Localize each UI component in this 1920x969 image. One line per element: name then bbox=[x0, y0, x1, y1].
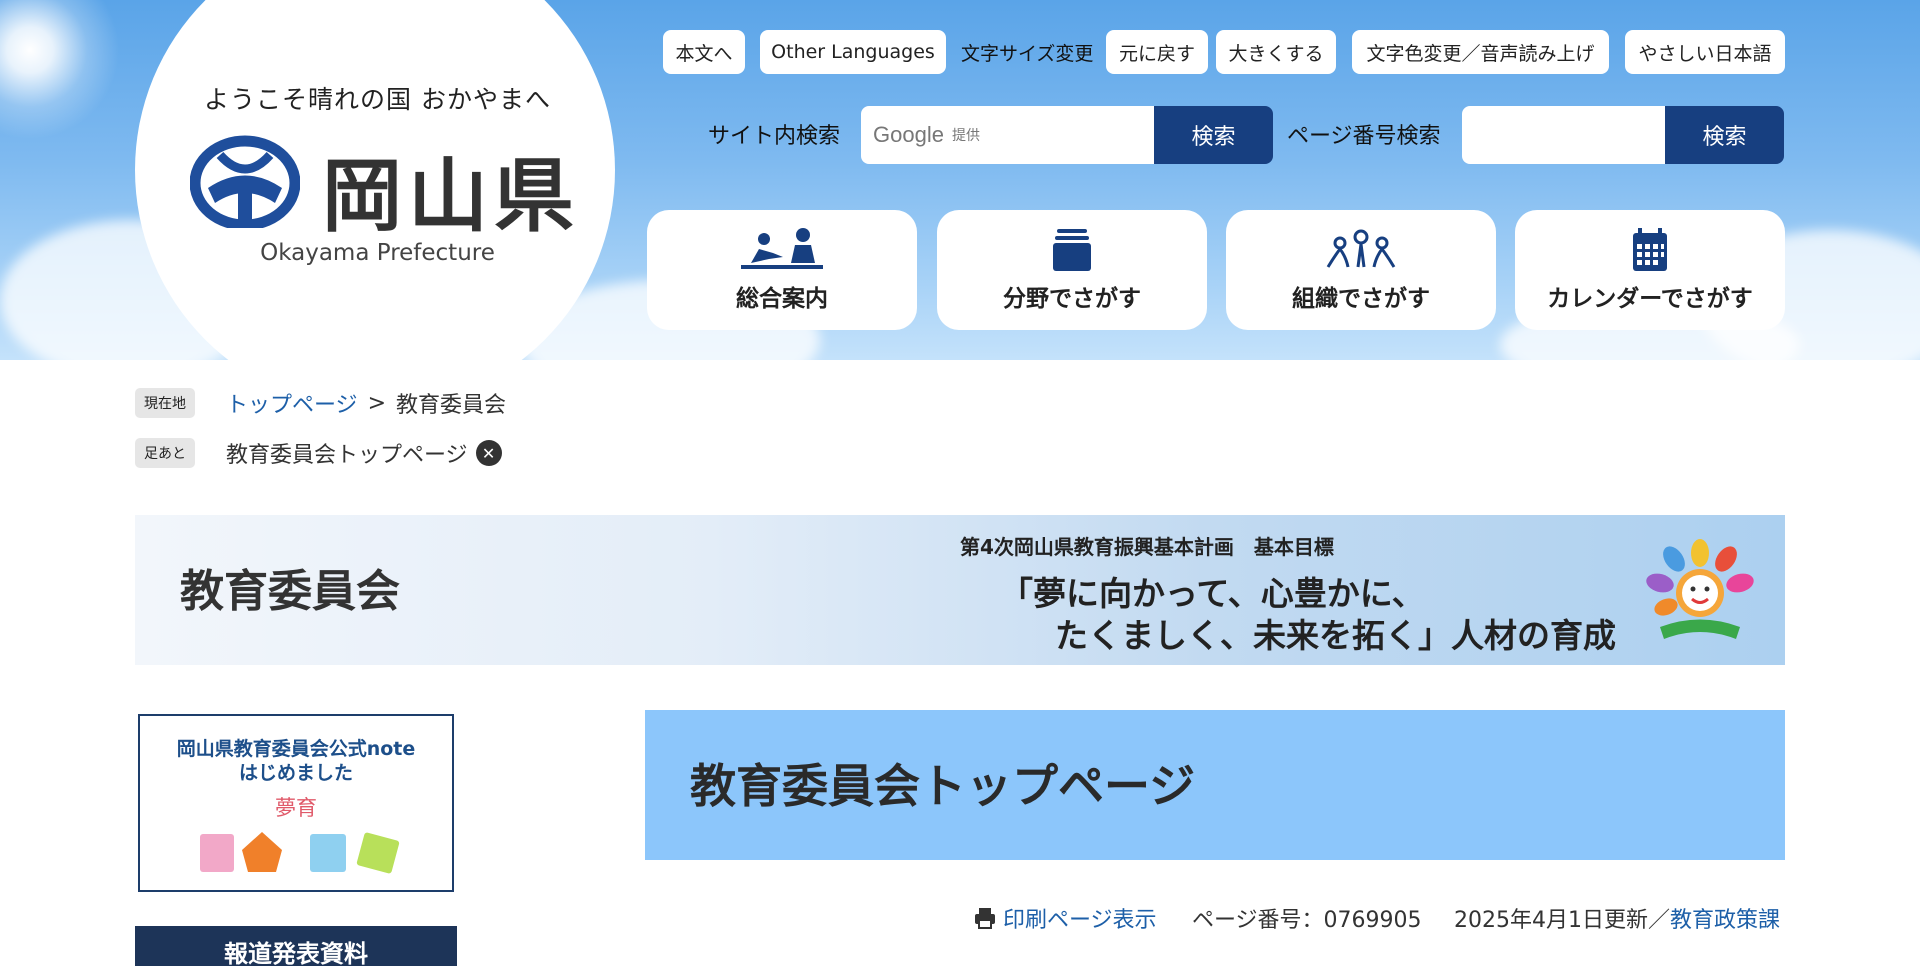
page-title: 教育委員会トップページ bbox=[690, 759, 1196, 813]
page-number: ページ番号：0769905 bbox=[1192, 908, 1422, 933]
nav-label: 組織でさがす bbox=[1292, 286, 1430, 312]
print-page-label[interactable]: 印刷ページ表示 bbox=[1003, 902, 1157, 934]
note-illustration-icon bbox=[200, 832, 400, 874]
breadcrumb-separator: > bbox=[367, 390, 386, 416]
nav-label: カレンダーでさがす bbox=[1547, 286, 1753, 312]
google-provided-label: 提供 bbox=[951, 128, 980, 144]
footprint-tag: 足あと bbox=[135, 438, 195, 468]
printer-icon bbox=[975, 908, 995, 929]
page-search-button[interactable]: 検索 bbox=[1665, 106, 1784, 164]
color-voice-button[interactable]: 文字色変更／音声読み上げ bbox=[1352, 30, 1609, 74]
page-search-label: ページ番号検索 bbox=[1287, 124, 1441, 149]
logo-tagline: ようこそ晴れの国 おかやまへ bbox=[204, 85, 551, 114]
footprint-item[interactable]: 教育委員会トップページ bbox=[226, 437, 468, 469]
calendar-icon bbox=[1633, 228, 1667, 271]
banner-goal-line2: たくましく、未来を拓く」人材の育成 bbox=[1055, 616, 1616, 655]
nav-label: 総合案内 bbox=[736, 286, 828, 312]
nav-general-guide[interactable]: 総合案内 bbox=[647, 210, 917, 330]
breadcrumb-top-link[interactable]: トップページ bbox=[226, 387, 358, 419]
page-number-input[interactable] bbox=[1462, 106, 1665, 164]
official-note-banner[interactable]: 岡山県教育委員会公式note はじめました 夢育 bbox=[138, 714, 454, 892]
banner-subtitle: 第4次岡山県教育振興基本計画 基本目標 bbox=[960, 535, 1334, 559]
prefecture-emblem-icon bbox=[190, 135, 300, 228]
page-title-box: 教育委員会トップページ bbox=[645, 710, 1785, 860]
note-line1: 岡山県教育委員会公式note bbox=[176, 738, 416, 760]
close-icon[interactable]: ✕ bbox=[475, 440, 502, 466]
breadcrumb-current: 教育委員会 bbox=[396, 393, 507, 418]
site-search-button[interactable]: 検索 bbox=[1154, 106, 1273, 164]
skip-to-content-button[interactable]: 本文へ bbox=[663, 30, 745, 74]
other-languages-button[interactable]: Other Languages bbox=[760, 30, 946, 74]
note-line2: はじめました bbox=[238, 762, 353, 784]
easy-japanese-button[interactable]: やさしい日本語 bbox=[1625, 30, 1785, 74]
nav-by-calendar[interactable]: カレンダーでさがす bbox=[1515, 210, 1785, 330]
reset-size-button[interactable]: 元に戻す bbox=[1106, 30, 1208, 74]
footprint: 教育委員会トップページ ✕ bbox=[226, 438, 502, 468]
print-page-link[interactable]: 印刷ページ表示 bbox=[973, 903, 1157, 933]
nav-label: 分野でさがす bbox=[1003, 286, 1141, 312]
banner-title: 教育委員会 bbox=[180, 566, 400, 617]
logo-name: 岡山県 bbox=[322, 150, 580, 243]
breadcrumb: トップページ > 教育委員会 bbox=[226, 387, 507, 419]
people-guide-icon bbox=[741, 228, 823, 269]
note-line3: 夢育 bbox=[275, 796, 317, 820]
site-search-input[interactable]: Google 提供 bbox=[861, 106, 1154, 164]
site-header: ようこそ晴れの国 おかやまへ 岡山県 Okayama Prefecture 本文… bbox=[0, 0, 1920, 360]
press-release-button[interactable]: 報道発表資料 bbox=[135, 926, 457, 968]
flower-mascot-icon bbox=[1646, 539, 1754, 639]
box-stack-icon bbox=[1053, 229, 1091, 271]
organization-icon bbox=[1326, 229, 1396, 268]
sun-glow bbox=[0, 0, 120, 140]
breadcrumb-current-tag: 現在地 bbox=[135, 388, 195, 418]
text-size-label: 文字サイズ変更 bbox=[961, 42, 1094, 65]
banner-goal-line1: 「夢に向かって、心豊かに、 bbox=[1000, 574, 1425, 613]
nav-by-field[interactable]: 分野でさがす bbox=[937, 210, 1207, 330]
department-link[interactable]: 教育政策課 bbox=[1670, 902, 1780, 934]
logo-english: Okayama Prefecture bbox=[260, 240, 495, 266]
google-brand: Google bbox=[873, 122, 944, 147]
section-banner: 教育委員会 第4次岡山県教育振興基本計画 基本目標 「夢に向かって、心豊かに、 … bbox=[135, 515, 1785, 665]
enlarge-text-button[interactable]: 大きくする bbox=[1216, 30, 1336, 74]
nav-by-organization[interactable]: 組織でさがす bbox=[1226, 210, 1496, 330]
site-search-label: サイト内検索 bbox=[708, 124, 841, 149]
update-date: 2025年4月1日更新／ bbox=[1454, 908, 1670, 933]
update-info: 2025年4月1日更新／ 教育政策課 bbox=[1454, 903, 1780, 933]
